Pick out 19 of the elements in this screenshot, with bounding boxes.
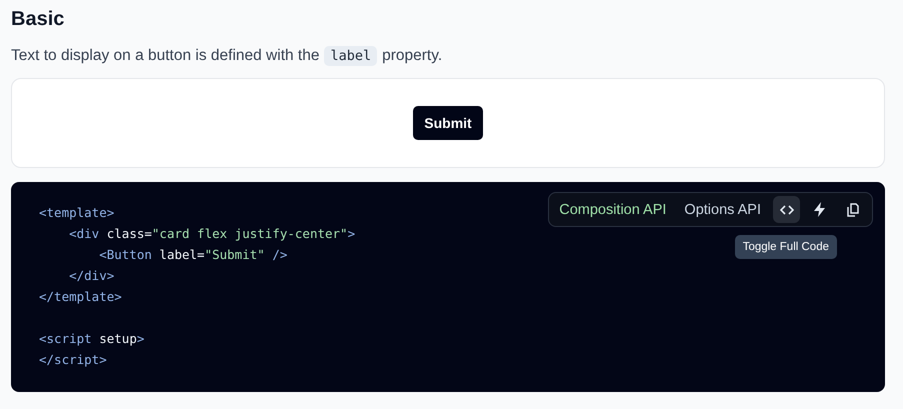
code-icon [780,204,794,214]
code-line: </script> [39,352,107,367]
description-text: Text to display on a button is defined with the [11,47,320,65]
api-tab[interactable]: Composition API [553,196,672,222]
toolbar-button[interactable] [773,196,800,223]
description-text: property. [382,47,442,65]
code-line: </div> [68,268,114,283]
inline-code: label [324,46,378,66]
code-line: </template> [39,289,122,304]
lightning-icon [814,202,825,217]
copy-icon [846,202,858,216]
code-line: <Button label="Submit" /> [98,247,288,262]
code-line: <template> [39,205,114,220]
api-tab[interactable]: Options API [678,196,767,222]
code-line: <div class="card flex justify-center"> [68,226,356,241]
code-line: <script setup> [39,331,144,346]
submit-button[interactable]: Submit [413,106,483,140]
tooltip: Toggle Full Code [734,235,837,259]
section-heading: Basic [11,7,66,32]
